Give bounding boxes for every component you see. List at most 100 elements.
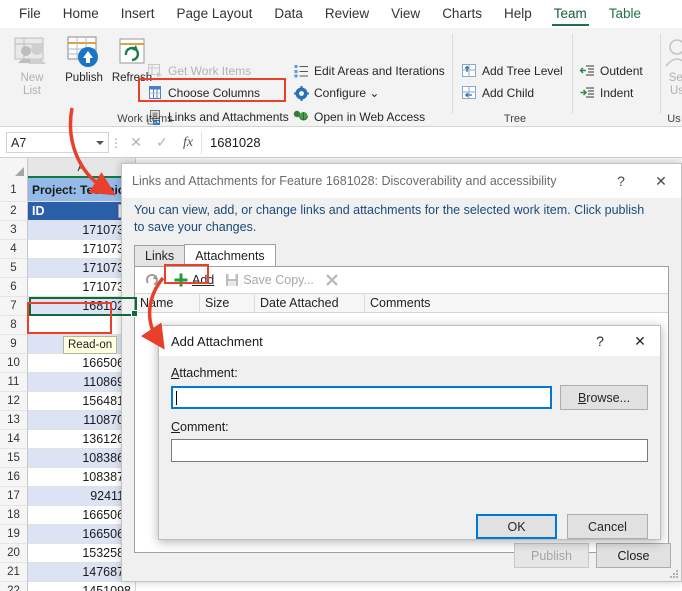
fx-icon[interactable]: fx: [175, 132, 201, 154]
close-icon[interactable]: ✕: [620, 327, 660, 355]
tab-attachments[interactable]: Attachments: [184, 244, 275, 266]
formula-bar-handle[interactable]: ⋮: [109, 136, 123, 150]
row-header[interactable]: 21: [0, 563, 28, 582]
attachment-input[interactable]: [171, 386, 552, 409]
indent-button[interactable]: Indent: [578, 82, 633, 104]
ribbon-tab-insert[interactable]: Insert: [110, 2, 166, 26]
row-header[interactable]: 14: [0, 430, 28, 449]
ribbon-tab-view[interactable]: View: [380, 2, 431, 26]
resize-grip[interactable]: [667, 567, 679, 579]
cell-a3[interactable]: 1710737: [28, 221, 136, 240]
row-header[interactable]: 16: [0, 468, 28, 487]
choose-columns-button[interactable]: Choose Columns: [146, 82, 260, 104]
cell-a5[interactable]: 1710735: [28, 259, 136, 278]
row-header[interactable]: 11: [0, 373, 28, 392]
formula-input[interactable]: 1681028: [201, 132, 682, 154]
row-header[interactable]: 15: [0, 449, 28, 468]
cell-a10[interactable]: 1665068: [28, 354, 136, 373]
cell-a21[interactable]: 1476872: [28, 563, 136, 582]
row-header[interactable]: 19: [0, 525, 28, 544]
row-header[interactable]: 22: [0, 582, 28, 591]
cell-a17[interactable]: 924118: [28, 487, 136, 506]
outdent-button[interactable]: Outdent: [578, 60, 643, 82]
row-header[interactable]: 13: [0, 411, 28, 430]
ribbon-tab-team[interactable]: Team: [543, 2, 598, 26]
cell-a15[interactable]: 1083866: [28, 449, 136, 468]
select-all-corner[interactable]: [0, 158, 28, 178]
row-header[interactable]: 17: [0, 487, 28, 506]
cell-a19[interactable]: 1665064: [28, 525, 136, 544]
cancel-icon[interactable]: ✕: [123, 132, 149, 154]
row-header[interactable]: 8: [0, 316, 28, 335]
delete-attachment-button[interactable]: [321, 271, 346, 289]
refresh-attachments-button[interactable]: [141, 271, 166, 289]
cell-a18[interactable]: 1665063: [28, 506, 136, 525]
cell-a1[interactable]: Project: Technica: [28, 178, 136, 202]
ribbon-tab-page-layout[interactable]: Page Layout: [166, 2, 264, 26]
add-attachment-toolbar-button[interactable]: Add: [170, 271, 217, 289]
cell-a6[interactable]: 1710734: [28, 278, 136, 297]
cell-a2[interactable]: ID: [28, 202, 136, 221]
cell-a8[interactable]: 1: [28, 316, 136, 335]
ribbon-tab-help[interactable]: Help: [493, 2, 543, 26]
chevron-down-icon[interactable]: [96, 141, 104, 145]
name-box[interactable]: A7: [6, 132, 109, 153]
ribbon-tab-data[interactable]: Data: [263, 2, 314, 26]
add-child-button[interactable]: Add Child: [460, 82, 534, 104]
help-icon[interactable]: ?: [601, 166, 641, 196]
row-header[interactable]: 18: [0, 506, 28, 525]
cell-a14[interactable]: 1361268: [28, 430, 136, 449]
close-icon[interactable]: ✕: [641, 166, 681, 196]
add-tree-level-button[interactable]: Add Tree Level: [460, 60, 563, 82]
ribbon-tab-review[interactable]: Review: [314, 2, 380, 26]
cell-a4[interactable]: 1710736: [28, 240, 136, 259]
ribbon-tab-home[interactable]: Home: [52, 2, 110, 26]
cell-a22[interactable]: 1451098: [28, 582, 136, 591]
help-icon[interactable]: ?: [580, 327, 620, 355]
ribbon-tab-table[interactable]: Table: [598, 2, 652, 26]
save-copy-label: Save Copy...: [243, 273, 314, 287]
column-name[interactable]: Name: [135, 293, 200, 313]
row-header[interactable]: 5: [0, 259, 28, 278]
links-window-titlebar[interactable]: Links and Attachments for Feature 168102…: [122, 164, 681, 198]
row-header[interactable]: 10: [0, 354, 28, 373]
column-size[interactable]: Size: [200, 293, 255, 313]
get-work-items-button[interactable]: Get Work Items: [146, 60, 251, 82]
row-header[interactable]: 9: [0, 335, 28, 354]
row-header[interactable]: 7: [0, 297, 28, 316]
select-user-button[interactable]: Sel Us: [662, 32, 682, 98]
ribbon-subgroup-configure: Edit Areas and Iterations Configure ⌄: [288, 28, 454, 127]
row-header[interactable]: 3: [0, 221, 28, 240]
accept-icon[interactable]: ✓: [149, 132, 175, 154]
edit-areas-iterations-button[interactable]: Edit Areas and Iterations: [292, 60, 445, 82]
column-comments[interactable]: Comments: [365, 293, 668, 313]
get-work-items-icon: [146, 62, 164, 80]
ribbon-tab-file[interactable]: File: [8, 2, 52, 26]
cell-a13[interactable]: 1108700: [28, 411, 136, 430]
cell-a12[interactable]: 1564810: [28, 392, 136, 411]
plus-icon: [173, 272, 189, 288]
open-in-web-access-button[interactable]: Open in Web Access: [292, 106, 425, 128]
cell-rest[interactable]: [136, 582, 682, 591]
row-header[interactable]: 6: [0, 278, 28, 297]
ribbon-tab-charts[interactable]: Charts: [431, 2, 493, 26]
row-header[interactable]: 4: [0, 240, 28, 259]
row-header[interactable]: 1: [0, 178, 28, 202]
comment-input[interactable]: [171, 439, 648, 462]
row-header[interactable]: 12: [0, 392, 28, 411]
tab-links[interactable]: Links: [134, 245, 185, 266]
cancel-button[interactable]: Cancel: [567, 514, 648, 539]
cell-a20[interactable]: 1532588: [28, 544, 136, 563]
browse-button[interactable]: Browse...: [560, 385, 648, 410]
configure-button[interactable]: Configure ⌄: [292, 82, 379, 104]
ok-button[interactable]: OK: [476, 514, 557, 539]
cell-a11[interactable]: 1108696: [28, 373, 136, 392]
new-list-button[interactable]: New List: [4, 32, 60, 98]
row-header[interactable]: 20: [0, 544, 28, 563]
column-date-attached[interactable]: Date Attached: [255, 293, 365, 313]
row-header[interactable]: 2: [0, 202, 28, 221]
save-copy-button[interactable]: Save Copy...: [221, 271, 317, 289]
cell-a16[interactable]: 1083871: [28, 468, 136, 487]
column-header-a[interactable]: A: [28, 158, 136, 178]
add-attachment-titlebar[interactable]: Add Attachment ? ✕: [159, 326, 660, 356]
